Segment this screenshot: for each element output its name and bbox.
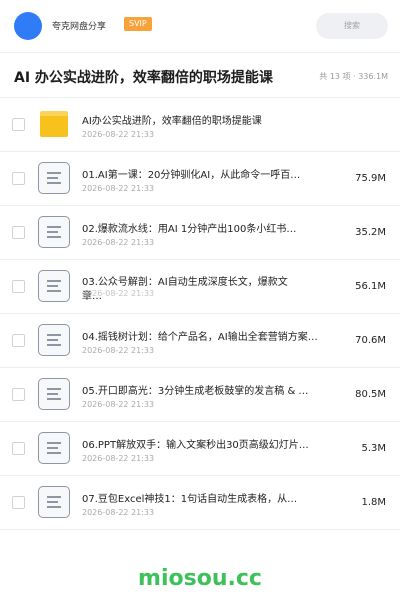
file-name: 02.爆款流水线：用AI 1分钟产出100条小红书… bbox=[82, 224, 297, 235]
avatar[interactable] bbox=[14, 12, 42, 40]
file-row[interactable]: 07.豆包Excel神技1：1句话自动生成表格，从… 2026-08-22 21:… bbox=[0, 476, 400, 530]
file-checkbox[interactable] bbox=[12, 496, 25, 509]
file-date: 2026-08-22 21:33 bbox=[82, 400, 155, 409]
title-bar: AI 办公实战进阶，效率翻倍的职场提能课 共 13 项 · 336.1M bbox=[0, 52, 400, 98]
file-checkbox[interactable] bbox=[12, 388, 25, 401]
file-checkbox[interactable] bbox=[12, 172, 25, 185]
file-row[interactable]: 04.摇钱树计划：给个产品名，AI输出全套营销方案… 2026-08-22 21:… bbox=[0, 314, 400, 368]
page-title: AI 办公实战进阶，效率翻倍的职场提能课 bbox=[14, 70, 273, 86]
file-name: 01.AI第一课：20分钟驯化AI，从此命令一呼百… bbox=[82, 170, 301, 181]
file-name: 04.摇钱树计划：给个产品名，AI输出全套营销方案… bbox=[82, 332, 318, 343]
item-count: 共 13 项 · 336.1M bbox=[319, 72, 388, 81]
search-input[interactable]: 搜索 bbox=[316, 13, 388, 39]
file-name: 07.豆包Excel神技1：1句话自动生成表格，从… bbox=[82, 494, 298, 505]
file-size: 80.5M bbox=[355, 389, 386, 400]
file-checkbox[interactable] bbox=[12, 280, 25, 293]
document-icon bbox=[38, 432, 70, 464]
file-name: 06.PPT解放双手：输入文案秒出30页高级幻灯片… bbox=[82, 440, 309, 451]
file-size: 75.9M bbox=[355, 173, 386, 184]
file-row[interactable]: 03.公众号解剖：AI自动生成深度长文，爆款文章… 2026-08-22 21:3… bbox=[0, 260, 400, 314]
file-date: 2026-08-22 21:33 bbox=[82, 346, 155, 355]
file-checkbox[interactable] bbox=[12, 118, 25, 131]
file-size: 1.8M bbox=[361, 497, 386, 508]
document-icon bbox=[38, 270, 70, 302]
file-size: 35.2M bbox=[355, 227, 386, 238]
file-size: 70.6M bbox=[355, 335, 386, 346]
file-date: 2026-08-22 21:33 bbox=[82, 130, 155, 139]
file-row[interactable]: 05.开口即高光：3分钟生成老板鼓掌的发言稿 & … 2026-08-22 21:… bbox=[0, 368, 400, 422]
file-row[interactable]: 01.AI第一课：20分钟驯化AI，从此命令一呼百… 2026-08-22 21:… bbox=[0, 152, 400, 206]
site-name: 夸克网盘分享 bbox=[52, 22, 107, 32]
file-name: AI办公实战进阶，效率翻倍的职场提能课 bbox=[82, 116, 262, 127]
file-size: 5.3M bbox=[361, 443, 386, 454]
file-row[interactable]: AI办公实战进阶，效率翻倍的职场提能课 2026-08-22 21:33 bbox=[0, 98, 400, 152]
file-date: 2026-08-22 21:33 bbox=[82, 238, 155, 247]
file-size: 56.1M bbox=[355, 281, 386, 292]
file-list: AI办公实战进阶，效率翻倍的职场提能课 2026-08-22 21:33 01.AI… bbox=[0, 98, 400, 530]
watermark: miosou.cc bbox=[138, 566, 262, 591]
folder-icon bbox=[40, 111, 68, 137]
file-checkbox[interactable] bbox=[12, 334, 25, 347]
document-icon bbox=[38, 486, 70, 518]
file-row[interactable]: 06.PPT解放双手：输入文案秒出30页高级幻灯片… 2026-08-22 21:… bbox=[0, 422, 400, 476]
document-icon bbox=[38, 162, 70, 194]
document-icon bbox=[38, 324, 70, 356]
header: 夸克网盘分享 SVIP 搜索 bbox=[0, 0, 400, 52]
file-date: 2026-08-22 21:33 bbox=[82, 289, 155, 298]
file-date: 2026-08-22 21:33 bbox=[82, 454, 155, 463]
file-checkbox[interactable] bbox=[12, 442, 25, 455]
svip-badge: SVIP bbox=[124, 17, 152, 31]
file-date: 2026-08-22 21:33 bbox=[82, 508, 155, 517]
document-icon bbox=[38, 216, 70, 248]
file-date: 2026-08-22 21:33 bbox=[82, 184, 155, 193]
file-row[interactable]: 02.爆款流水线：用AI 1分钟产出100条小红书… 2026-08-22 21:… bbox=[0, 206, 400, 260]
file-checkbox[interactable] bbox=[12, 226, 25, 239]
document-icon bbox=[38, 378, 70, 410]
file-name: 05.开口即高光：3分钟生成老板鼓掌的发言稿 & … bbox=[82, 386, 309, 397]
